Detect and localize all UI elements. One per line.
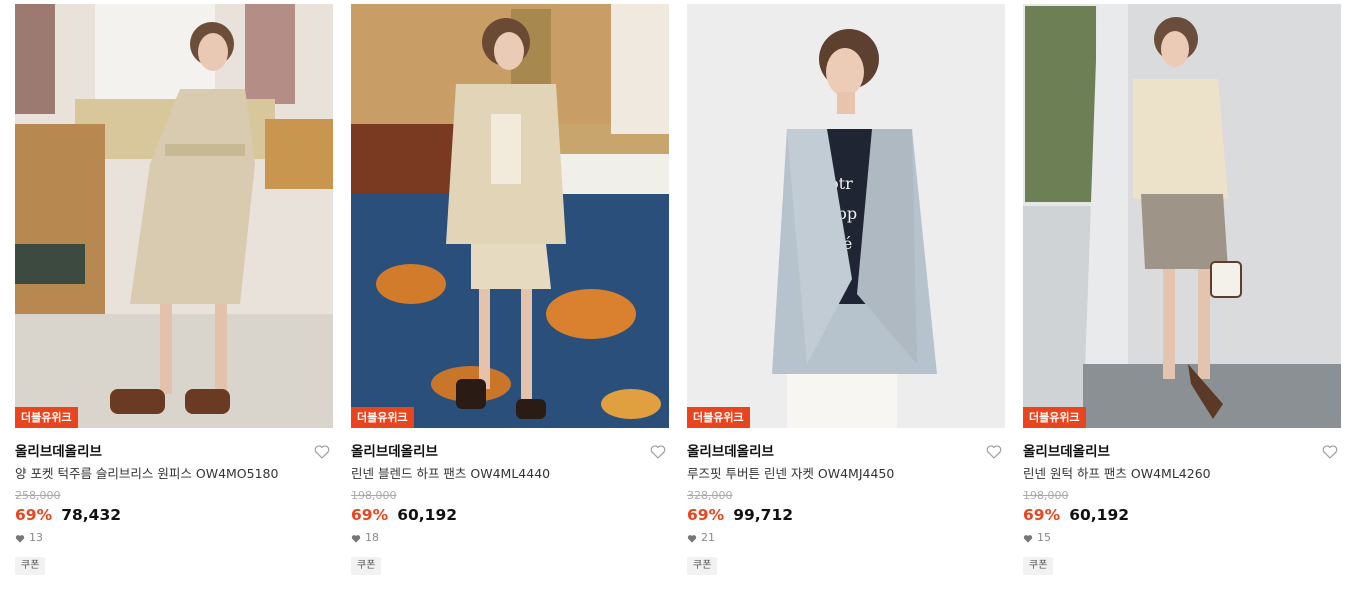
coupon-tag: 쿠폰 [351,557,382,575]
heart-filled-icon [15,534,25,543]
heart-outline-icon[interactable] [313,443,331,461]
heart-filled-icon [1023,534,1033,543]
product-photo-dress [15,4,333,428]
product-photo-jacket: otr opp été [687,4,1005,428]
heart-outline-icon[interactable] [1321,443,1339,461]
product-card[interactable]: otr opp été 더블유위크 올리브데올리브 루즈핏 투버튼 린넨 자켓 … [687,4,1005,575]
product-card[interactable]: 더블유위크 올리브데올리브 린넨 블렌드 하프 팬츠 OW4ML4440 198… [351,4,669,575]
heart-outline-icon[interactable] [649,443,667,461]
heart-filled-icon [687,534,697,543]
promo-badge: 더블유위크 [351,407,414,428]
product-image[interactable]: 더블유위크 [351,4,669,428]
product-photo-linen-set [351,4,669,428]
sale-price: 60,192 [397,506,458,524]
like-count: 18 [351,531,669,545]
coupon-tag: 쿠폰 [687,557,718,575]
original-price: 198,000 [351,489,397,502]
product-image[interactable]: 더블유위크 [1023,4,1341,428]
discount-rate: 69% [351,506,389,524]
sale-price: 60,192 [1069,506,1130,524]
brand-name[interactable]: 올리브데올리브 [687,441,1005,463]
discount-rate: 69% [687,506,725,524]
like-count: 21 [687,531,1005,545]
coupon-tag: 쿠폰 [15,557,46,575]
product-name[interactable]: 린넨 블렌드 하프 팬츠 OW4ML4440 [351,465,669,483]
brand-name[interactable]: 올리브데올리브 [15,441,333,463]
sale-price: 99,712 [733,506,794,524]
original-price: 258,000 [15,489,61,502]
like-count: 15 [1023,531,1341,545]
product-card[interactable]: 더블유위크 올리브데올리브 린넨 원턱 하프 팬츠 OW4ML4260 198,… [1023,4,1341,575]
promo-badge: 더블유위크 [15,407,78,428]
like-count: 13 [15,531,333,545]
heart-filled-icon [351,534,361,543]
product-card[interactable]: 더블유위크 올리브데올리브 양 포켓 턱주름 슬리브리스 원피스 OW4MO51… [15,4,333,575]
product-grid: 더블유위크 올리브데올리브 양 포켓 턱주름 슬리브리스 원피스 OW4MO51… [0,0,1348,597]
discount-rate: 69% [15,506,53,524]
coupon-tag: 쿠폰 [1023,557,1054,575]
promo-badge: 더블유위크 [687,407,750,428]
like-count-value: 15 [1037,531,1051,544]
heart-outline-icon[interactable] [985,443,1003,461]
original-price: 198,000 [1023,489,1069,502]
like-count-value: 18 [365,531,379,544]
discount-rate: 69% [1023,506,1061,524]
product-image[interactable]: otr opp été 더블유위크 [687,4,1005,428]
product-photo-shorts [1023,4,1341,428]
sale-price: 78,432 [61,506,122,524]
product-image[interactable]: 더블유위크 [15,4,333,428]
like-count-value: 13 [29,531,43,544]
brand-name[interactable]: 올리브데올리브 [351,441,669,463]
like-count-value: 21 [701,531,715,544]
product-name[interactable]: 양 포켓 턱주름 슬리브리스 원피스 OW4MO5180 [15,465,333,483]
brand-name[interactable]: 올리브데올리브 [1023,441,1341,463]
promo-badge: 더블유위크 [1023,407,1086,428]
product-name[interactable]: 린넨 원턱 하프 팬츠 OW4ML4260 [1023,465,1341,483]
original-price: 328,000 [687,489,733,502]
product-name[interactable]: 루즈핏 투버튼 린넨 자켓 OW4MJ4450 [687,465,1005,483]
